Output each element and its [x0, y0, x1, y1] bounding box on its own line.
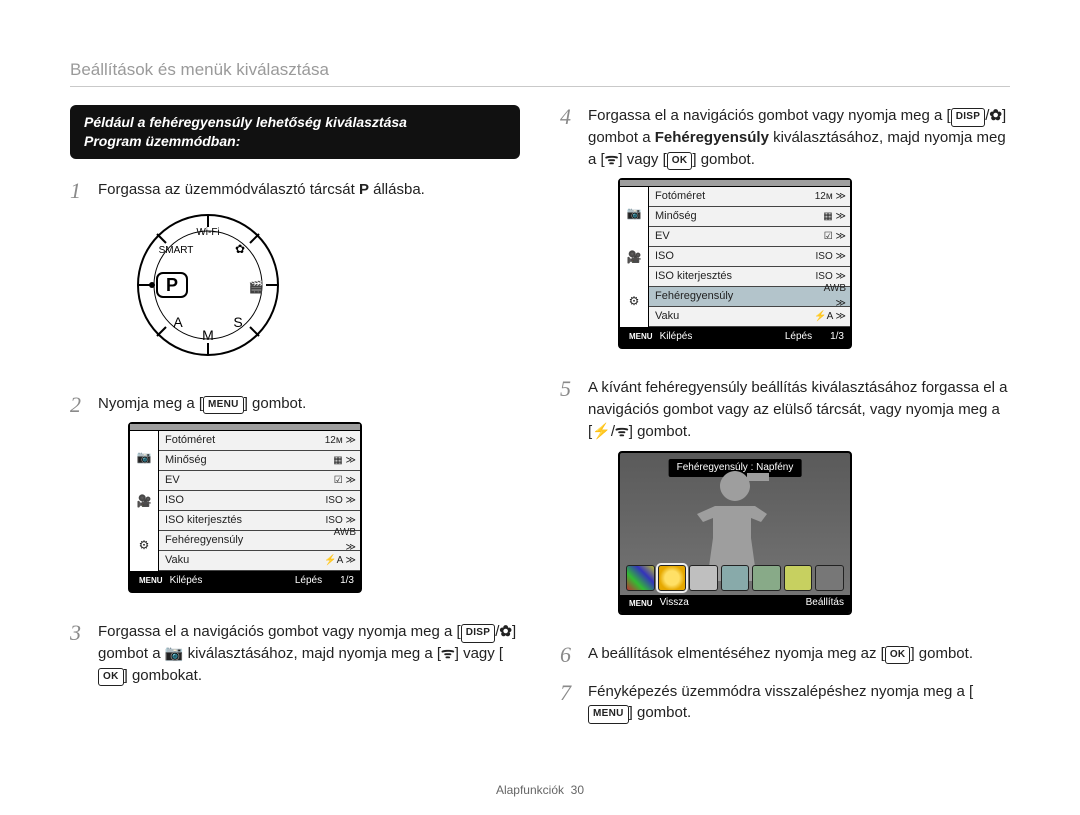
list-item: Vaku⚡A ≫: [159, 551, 360, 571]
wb-thumb-auto: [626, 565, 655, 591]
wb-thumb-daylight: [658, 565, 687, 591]
menu-button-label: MENU: [203, 396, 244, 415]
step-number: 3: [70, 621, 88, 645]
steps-right: 4 Forgassa el a navigációs gombot vagy n…: [560, 105, 1010, 724]
camera-icon: 📷: [165, 645, 184, 662]
steps-left: 1 Forgassa az üzemmódválasztó tárcsát P …: [70, 179, 520, 687]
list-item: EV☑ ≫: [159, 471, 360, 491]
svg-text:🎬: 🎬: [249, 280, 264, 294]
step-body: A beállítások elmentéséhez nyomja meg az…: [588, 643, 1010, 665]
banner-line1: Például a fehéregyensúly lehetőség kivál…: [84, 114, 407, 130]
footer-page-number: 30: [571, 783, 584, 797]
ok-button-label: OK: [98, 668, 124, 687]
svg-text:Wi-Fi: Wi-Fi: [196, 227, 219, 238]
svg-text:A: A: [173, 314, 183, 330]
camera-menu-screenshot-1: 📷 🎥 ⚙ Fotóméret12м ≫ Minőség▦ ≫ EV☑ ≫ IS…: [128, 422, 362, 593]
svg-text:✿: ✿: [235, 242, 245, 256]
step-number: 1: [70, 179, 88, 203]
svg-text:S: S: [233, 314, 242, 330]
step-4: 4 Forgassa el a navigációs gombot vagy n…: [560, 105, 1010, 363]
left-column: Például a fehéregyensúly lehetőség kivál…: [70, 105, 520, 738]
wb-thumb-fluorescent-h: [721, 565, 750, 591]
menu-glyph: MENU: [626, 330, 656, 344]
ok-button-label: OK: [885, 646, 911, 665]
wifi-icon: ᯤ: [441, 645, 455, 662]
mode-p-glyph: P: [359, 181, 369, 198]
svg-text:M: M: [202, 327, 214, 343]
wifi-icon: ᯤ: [615, 423, 629, 440]
menu-side-tabs: 📷 🎥 ⚙: [130, 431, 159, 571]
video-tab-icon: 🎥: [627, 249, 642, 266]
step-7: 7 Fényképezés üzemmódra visszalépéshez n…: [560, 681, 1010, 725]
menu-glyph: MENU: [136, 574, 166, 588]
step-3: 3 Forgassa el a navigációs gombot vagy n…: [70, 621, 520, 686]
step-body: Nyomja meg a [MENU] gombot. 📷 🎥 ⚙: [98, 393, 520, 608]
wb-thumb-custom: [815, 565, 844, 591]
wb-footer: MENU Vissza Beállítás: [620, 595, 850, 613]
menu-button-label: MENU: [588, 705, 629, 724]
list-item: ISOISO ≫: [649, 247, 850, 267]
right-column: 4 Forgassa el a navigációs gombot vagy n…: [560, 105, 1010, 738]
list-item-selected: FehéregyensúlyAWB ≫: [649, 287, 850, 307]
step-number: 7: [560, 681, 578, 705]
step-number: 6: [560, 643, 578, 667]
ok-button-label: OK: [667, 152, 693, 171]
step-body: Forgassa el a navigációs gombot vagy nyo…: [98, 621, 520, 686]
gear-tab-icon: ⚙: [139, 537, 150, 554]
example-banner: Például a fehéregyensúly lehetőség kivál…: [70, 105, 520, 159]
macro-icon: ✿: [499, 623, 512, 640]
white-balance-bold: Fehéregyensúly: [655, 129, 769, 146]
disp-button-label: DISP: [461, 624, 496, 643]
page: Beállítások és menük kiválasztása Példáu…: [0, 0, 1080, 815]
banner-line2: Program üzemmódban:: [84, 133, 240, 149]
svg-text:SMART: SMART: [159, 245, 194, 256]
photo-tab-icon: 📷: [137, 449, 152, 466]
wb-preview-screenshot: Fehéregyensúly : Napfény: [618, 451, 852, 615]
step-number: 4: [560, 105, 578, 129]
menu-footer: MENU Kilépés Lépés 1/3: [620, 327, 850, 347]
step-body: Forgassa el a navigációs gombot vagy nyo…: [588, 105, 1010, 363]
wifi-icon: ᯤ: [605, 151, 619, 168]
list-item: ISOISO ≫: [159, 491, 360, 511]
wb-thumb-cloudy: [689, 565, 718, 591]
photo-tab-icon: 📷: [627, 205, 642, 222]
video-tab-icon: 🎥: [137, 493, 152, 510]
page-header: Beállítások és menük kiválasztása: [70, 60, 1010, 87]
menu-glyph: MENU: [626, 597, 656, 611]
step-body: Fényképezés üzemmódra visszalépéshez nyo…: [588, 681, 1010, 725]
list-item: Vaku⚡A ≫: [649, 307, 850, 327]
step-1: 1 Forgassa az üzemmódválasztó tárcsát P …: [70, 179, 520, 379]
step-2: 2 Nyomja meg a [MENU] gombot. 📷 🎥 ⚙: [70, 393, 520, 608]
step-6: 6 A beállítások elmentéséhez nyomja meg …: [560, 643, 1010, 667]
step-number: 2: [70, 393, 88, 417]
camera-menu-screenshot-2: 📷 🎥 ⚙ Fotóméret12м ≫ Minőség▦ ≫ EV☑ ≫ IS…: [618, 178, 852, 349]
step-body: Forgassa az üzemmódválasztó tárcsát P ál…: [98, 179, 520, 379]
macro-icon: ✿: [989, 107, 1002, 124]
menu-side-tabs: 📷 🎥 ⚙: [620, 187, 649, 327]
svg-text:P: P: [166, 275, 178, 295]
list-item: Fotóméret12м ≫: [649, 187, 850, 207]
gear-tab-icon: ⚙: [629, 293, 640, 310]
list-item: Minőség▦ ≫: [159, 451, 360, 471]
flash-icon: ⚡: [592, 423, 611, 440]
menu-footer: MENU Kilépés Lépés 1/3: [130, 571, 360, 591]
wb-thumb-fluorescent-l: [752, 565, 781, 591]
columns: Például a fehéregyensúly lehetőség kivál…: [70, 105, 1010, 738]
list-item: FehéregyensúlyAWB ≫: [159, 531, 360, 551]
list-item: EV☑ ≫: [649, 227, 850, 247]
mode-dial-illustration: Wi-Fi SMART ✿ 🎬 M S A P: [128, 205, 288, 365]
list-item: Fotóméret12м ≫: [159, 431, 360, 451]
disp-button-label: DISP: [951, 108, 986, 127]
wb-thumbnails: [626, 565, 844, 591]
step-number: 5: [560, 377, 578, 401]
wb-thumb-tungsten: [784, 565, 813, 591]
list-item: Minőség▦ ≫: [649, 207, 850, 227]
footer-section: Alapfunkciók: [496, 783, 564, 797]
step-body: A kívánt fehéregyensúly beállítás kivála…: [588, 377, 1010, 628]
page-footer: Alapfunkciók 30: [0, 783, 1080, 797]
step-5: 5 A kívánt fehéregyensúly beállítás kivá…: [560, 377, 1010, 628]
